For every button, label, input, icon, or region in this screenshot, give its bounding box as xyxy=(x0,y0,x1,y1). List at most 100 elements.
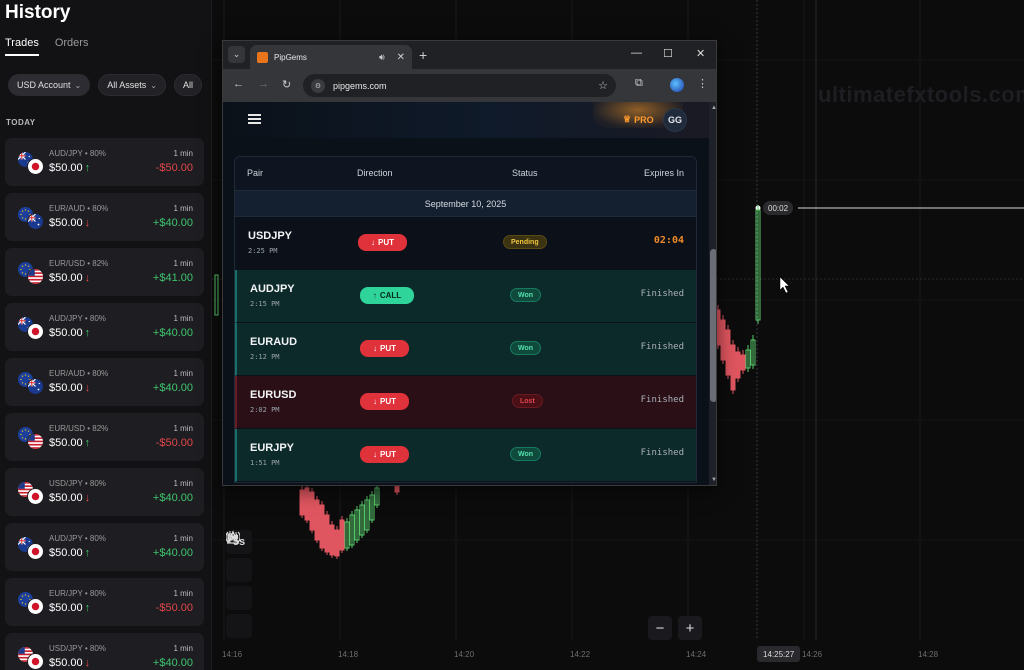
browser-tab[interactable]: PipGems 🔊︎ ✕ xyxy=(250,45,412,69)
browser-toolbar: ← → ↻ ⚙ pipgems.com ☆ ⧉ ⋮ xyxy=(223,69,716,102)
signal-row[interactable]: EURUSD 2:02 PM ↓ PUT Lost Finished xyxy=(235,376,696,429)
trade-amount: $50.00 ↓ xyxy=(49,382,90,394)
scroll-down-icon[interactable]: ▼ xyxy=(711,477,716,483)
trade-amount-value: $50.00 xyxy=(49,272,83,284)
url-text: pipgems.com xyxy=(333,80,387,91)
address-bar[interactable]: ⚙ pipgems.com ☆ xyxy=(303,74,616,97)
extensions-icon[interactable]: ⧉ xyxy=(635,77,643,90)
zoom-controls: − + xyxy=(648,616,702,640)
trade-pnl: +$40.00 xyxy=(152,217,193,229)
minimize-button[interactable]: — xyxy=(631,47,642,59)
menu-kebab-icon[interactable]: ⋮ xyxy=(697,77,708,90)
arrow-up-icon: ↑ xyxy=(84,602,91,614)
filter-bar: USD Account ⌄ All Assets ⌄ All xyxy=(8,74,202,96)
trade-pair: EUR/AUD • 80% xyxy=(49,204,109,213)
drawing-tools-icon[interactable] xyxy=(226,530,252,638)
trade-card[interactable]: EUR/USD • 82% $50.00 ↑ 1 min -$50.00 xyxy=(5,413,204,461)
signal-time: 2:25 PM xyxy=(248,247,278,255)
zoom-in-button[interactable]: + xyxy=(678,616,702,640)
signal-pair: USDJPY xyxy=(248,230,293,242)
signal-pair: EURAUD xyxy=(250,336,298,348)
trade-pair: AUD/JPY • 80% xyxy=(49,314,106,323)
signal-row[interactable]: EURAUD 2:12 PM ↓ PUT Won Finished xyxy=(235,323,696,376)
trade-card[interactable]: EUR/USD • 82% $50.00 ↓ 1 min +$41.00 xyxy=(5,248,204,296)
signal-row[interactable]: AUDJPY 2:15 PM ↑ CALL Won Finished xyxy=(235,270,696,323)
trade-card[interactable]: USD/JPY • 80% $50.00 ↓ 1 min +$40.00 xyxy=(5,633,204,670)
trade-pair: EUR/USD • 82% xyxy=(49,259,109,268)
time-axis-label: 14:16 xyxy=(222,650,243,659)
scroll-up-icon[interactable]: ▲ xyxy=(711,105,716,111)
signal-icon[interactable] xyxy=(226,531,252,610)
history-title: History xyxy=(5,2,71,23)
new-tab-button[interactable]: + xyxy=(419,47,427,63)
arrow-up-icon: ↑ xyxy=(84,162,91,174)
trade-amount-value: $50.00 xyxy=(49,162,83,174)
account-filter[interactable]: USD Account ⌄ xyxy=(8,74,91,96)
tab-search-icon[interactable]: ⌄ xyxy=(228,46,245,63)
scrollbar-thumb[interactable] xyxy=(710,249,716,402)
trade-pair: EUR/USD • 82% xyxy=(49,424,109,433)
reload-icon[interactable]: ↻ xyxy=(282,78,291,91)
avatar[interactable]: GG xyxy=(663,108,687,132)
bookmark-star-icon[interactable]: ☆ xyxy=(598,79,608,92)
trade-card[interactable]: USD/JPY • 80% $50.00 ↓ 1 min +$40.00 xyxy=(5,468,204,516)
pipgems-page: ♕ PRO GG Pair Direction Status Expires In… xyxy=(223,102,709,485)
time-axis-label: 14:18 xyxy=(338,650,359,659)
hamburger-menu-icon[interactable] xyxy=(248,114,261,124)
back-icon[interactable]: ← xyxy=(233,78,244,90)
zoom-out-button[interactable]: − xyxy=(648,616,672,640)
trade-duration: 1 min xyxy=(173,204,193,213)
trade-card[interactable]: AUD/JPY • 80% $50.00 ↑ 1 min -$50.00 xyxy=(5,138,204,186)
direction-label: PUT xyxy=(378,238,394,247)
arrow-down-icon: ↓ xyxy=(373,397,377,406)
signal-row[interactable]: EURJPY 1:51 PM ↓ PUT Won Finished xyxy=(235,429,696,482)
type-filter[interactable]: All xyxy=(173,74,202,96)
close-window-button[interactable]: ✕ xyxy=(696,47,705,60)
trade-card[interactable]: AUD/JPY • 80% $50.00 ↑ 1 min +$40.00 xyxy=(5,303,204,351)
arrow-down-icon: ↓ xyxy=(371,238,375,247)
arrow-down-icon: ↓ xyxy=(84,492,91,504)
profile-icon[interactable] xyxy=(670,78,684,92)
candle-body xyxy=(304,487,310,521)
close-tab-icon[interactable]: ✕ xyxy=(397,52,405,63)
signal-pair: EURUSD xyxy=(250,389,297,401)
trade-amount: $50.00 ↓ xyxy=(49,492,90,504)
forward-icon[interactable]: → xyxy=(258,78,269,90)
trade-pair: USD/JPY • 80% xyxy=(49,479,106,488)
currency-flags xyxy=(15,315,47,341)
arrow-up-icon: ↑ xyxy=(84,547,91,559)
candle-body xyxy=(339,519,345,551)
candle-body xyxy=(309,491,315,531)
candle-body xyxy=(324,514,330,553)
pro-badge[interactable]: ♕ PRO xyxy=(623,114,654,125)
tab-trades[interactable]: Trades xyxy=(5,37,39,56)
candle-body xyxy=(329,524,335,556)
direction-badge: ↓ PUT xyxy=(360,340,409,357)
assets-filter[interactable]: All Assets ⌄ xyxy=(98,74,166,96)
trade-amount-value: $50.00 xyxy=(49,547,83,559)
expires-value: 02:04 xyxy=(653,235,684,246)
direction-label: PUT xyxy=(380,450,396,459)
signal-row[interactable]: USDJPY 2:25 PM ↓ PUT Pending 02:04 xyxy=(235,217,696,270)
arrow-up-icon: ↑ xyxy=(84,437,91,449)
trade-amount-value: $50.00 xyxy=(49,602,83,614)
au-flag-icon xyxy=(27,378,44,395)
col-pair: Pair xyxy=(247,168,264,178)
speaker-icon[interactable]: 🔊︎ xyxy=(379,52,385,63)
trade-card[interactable]: EUR/JPY • 80% $50.00 ↑ 1 min -$50.00 xyxy=(5,578,204,626)
site-info-icon[interactable]: ⚙ xyxy=(311,78,325,93)
tab-orders[interactable]: Orders xyxy=(55,37,89,56)
trade-card[interactable]: EUR/AUD • 80% $50.00 ↓ 1 min +$40.00 xyxy=(5,193,204,241)
direction-badge: ↑ CALL xyxy=(360,287,414,304)
trade-card[interactable]: EUR/AUD • 80% $50.00 ↓ 1 min +$40.00 xyxy=(5,358,204,406)
direction-badge: ↓ PUT xyxy=(360,393,409,410)
currency-flags xyxy=(15,645,47,670)
candle-body xyxy=(299,489,305,516)
trade-card[interactable]: AUD/JPY • 80% $50.00 ↑ 1 min +$40.00 xyxy=(5,523,204,571)
trade-amount: $50.00 ↓ xyxy=(49,657,90,669)
current-time-label: 14:25:27 xyxy=(757,646,801,662)
type-filter-label: All xyxy=(182,80,193,90)
maximize-button[interactable]: ☐ xyxy=(663,47,673,60)
direction-badge: ↓ PUT xyxy=(358,234,407,251)
candlestick-icon[interactable] xyxy=(226,531,252,582)
